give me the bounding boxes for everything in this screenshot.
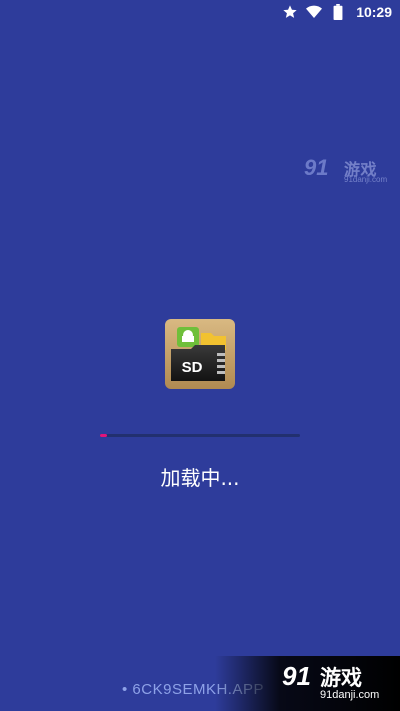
sd-card-folder-icon: SD: [165, 319, 235, 389]
bottom-logo: 91 游戏 91danji.com: [282, 657, 382, 707]
star-icon: [282, 4, 298, 20]
watermark-top: 91 游戏 91danji.com: [304, 153, 394, 189]
battery-icon: [330, 4, 346, 20]
status-time: 10:29: [356, 4, 392, 20]
bottom-watermark: • 6CK9SEMKH.APP 91 游戏 91danji.com: [0, 656, 400, 711]
bottom-logo-mark: 91: [282, 661, 311, 691]
status-bar: 10:29: [0, 0, 400, 24]
bottom-logo-url: 91danji.com: [320, 689, 380, 701]
progress-track: [100, 434, 300, 437]
watermark-logo: 91: [304, 155, 329, 180]
watermark-url: 91danji.com: [344, 175, 388, 184]
loading-text: 加载中...: [160, 466, 240, 490]
wifi-icon: [306, 4, 323, 20]
app-icon-label: SD: [182, 359, 203, 376]
progress-fill: [100, 434, 107, 437]
bottom-logo-text: 游戏: [320, 666, 362, 690]
splash-screen: 10:29 91 游戏 91danji.com SD 加载中... • 6CK9…: [0, 0, 400, 711]
